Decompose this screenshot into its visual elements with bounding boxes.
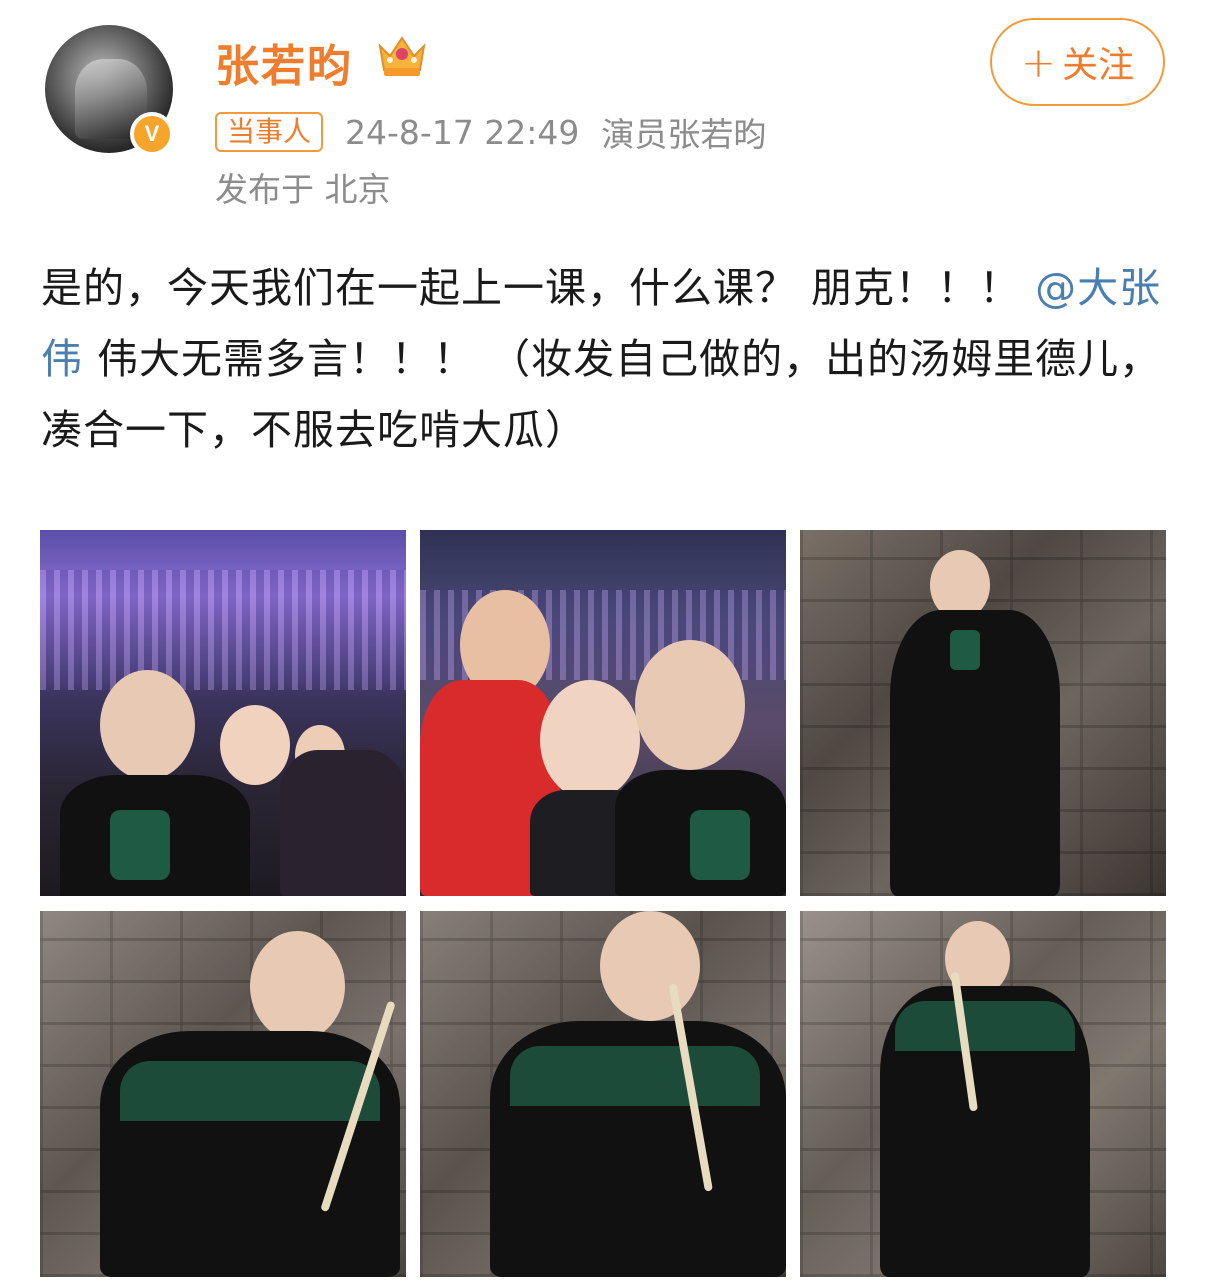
photo-face (540, 680, 640, 800)
follow-button[interactable]: + 关注 (990, 18, 1165, 106)
verified-icon: V (130, 112, 174, 156)
post-photo-3[interactable] (800, 530, 1166, 896)
photo-face (220, 705, 290, 785)
post-meta: 当事人 24-8-17 22:49 演员张若昀 (215, 108, 766, 156)
post-text: 是的，今天我们在一起上一课，什么课？ 朋克！！！ @大张伟 伟大无需多言！！！ … (41, 253, 1166, 466)
post-photo-2[interactable] (420, 530, 786, 896)
photo-tie (690, 810, 750, 880)
photo-face (600, 911, 700, 1021)
role-tag: 当事人 (215, 112, 324, 152)
photo-tie (950, 630, 980, 670)
username[interactable]: 张若昀 (215, 30, 353, 94)
follow-label: 关注 (1062, 45, 1135, 86)
photo-hood (120, 1061, 380, 1121)
post-text-before: 是的，今天我们在一起上一课，什么课？ 朋克！！！ (41, 264, 1036, 312)
photo-hood (510, 1046, 760, 1106)
post-location: 发布于 北京 (215, 170, 391, 209)
post-photo-4[interactable] (40, 911, 406, 1277)
crowd-lights (40, 570, 406, 690)
post-photo-5[interactable] (420, 911, 786, 1277)
photo-crowd-body (280, 750, 406, 896)
post-photo-6[interactable] (800, 911, 1166, 1277)
verified-badge-letter: V (144, 121, 160, 146)
photo-face (635, 640, 745, 770)
post-text-after: 伟大无需多言！！！ （妆发自己做的，出的汤姆里德儿，凑合一下，不服去吃啃大瓜） (41, 335, 1162, 454)
post-photo-1[interactable] (40, 530, 406, 896)
photo-face (100, 670, 195, 780)
crown-icon (378, 36, 426, 76)
photo-hood (895, 1001, 1075, 1051)
photo-face (250, 931, 345, 1041)
post-time: 24-8-17 22:49 (345, 112, 580, 152)
plus-icon: + (1020, 37, 1057, 87)
photo-tie (110, 810, 170, 880)
post-source: 演员张若昀 (601, 115, 767, 154)
